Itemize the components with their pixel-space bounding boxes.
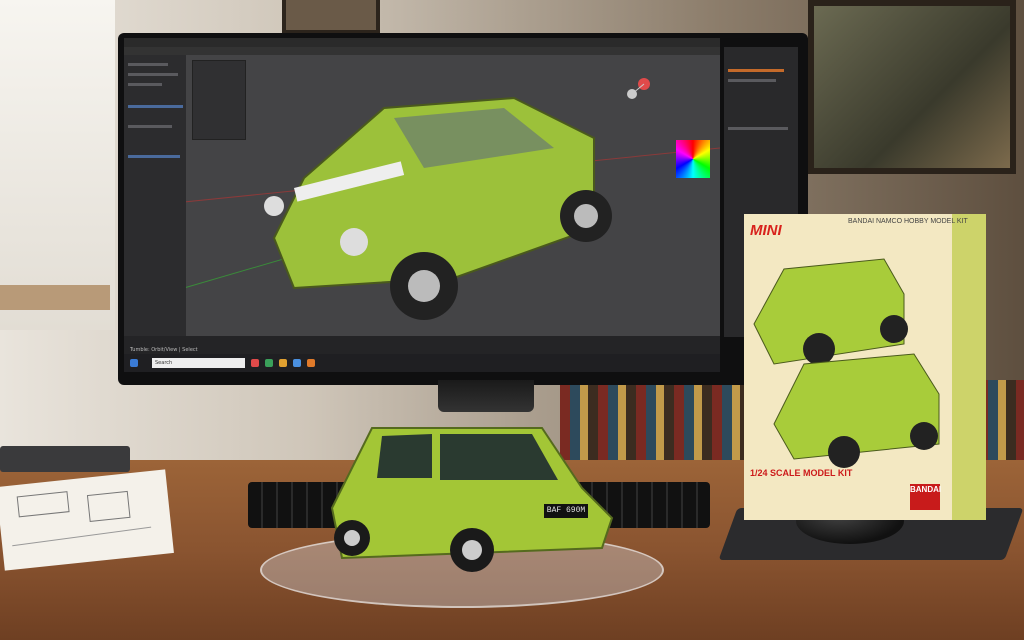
tablet-device (0, 446, 130, 472)
tool-settings-panel[interactable] (192, 60, 246, 140)
sketch-notebook (0, 469, 174, 571)
color-wheel[interactable] (676, 140, 710, 178)
timeline-bar[interactable]: Tumble: Orbit/View | Select (124, 336, 720, 354)
box-subtitle: BANDAI NAMCO HOBBY MODEL KIT (848, 218, 968, 225)
navigation-gizmo[interactable] (620, 60, 668, 108)
box-tagline: 1/24 SCALE MODEL KIT (750, 468, 853, 478)
panel-row-selected[interactable] (128, 105, 183, 108)
window (0, 0, 115, 330)
windows-taskbar[interactable]: Search (124, 354, 720, 372)
panel-row[interactable] (128, 125, 172, 128)
box-title: MINI (750, 222, 782, 239)
properties-panel-left[interactable] (124, 55, 186, 343)
app-icon[interactable] (279, 359, 287, 367)
panel-row[interactable] (128, 63, 168, 66)
app-icon[interactable] (293, 359, 301, 367)
panel-row-selected[interactable] (128, 155, 180, 158)
wall-picture-frame (808, 0, 1016, 174)
license-plate: BAF 690M (544, 504, 588, 518)
outliner-row[interactable] (728, 79, 776, 82)
panel-row[interactable] (128, 73, 178, 76)
window-sill (0, 285, 110, 310)
outliner-row-active[interactable] (728, 69, 784, 72)
start-icon[interactable] (130, 359, 138, 367)
panel-row[interactable] (128, 83, 162, 86)
app-icon[interactable] (251, 359, 259, 367)
wall-frame-left (282, 0, 380, 34)
box-side-panel (952, 214, 986, 520)
status-text: Tumble: Orbit/View | Select (130, 347, 198, 353)
outliner-row[interactable] (728, 127, 788, 130)
blender-icon[interactable] (307, 359, 315, 367)
menu-bar[interactable] (124, 38, 720, 47)
bandai-logo: BANDAI (910, 484, 941, 510)
sketch-drawing (12, 490, 152, 547)
taskbar-search-input[interactable]: Search (152, 358, 245, 368)
mini-car-model (330, 427, 614, 572)
app-icon[interactable] (265, 359, 273, 367)
workspace-tabs[interactable] (124, 47, 720, 55)
